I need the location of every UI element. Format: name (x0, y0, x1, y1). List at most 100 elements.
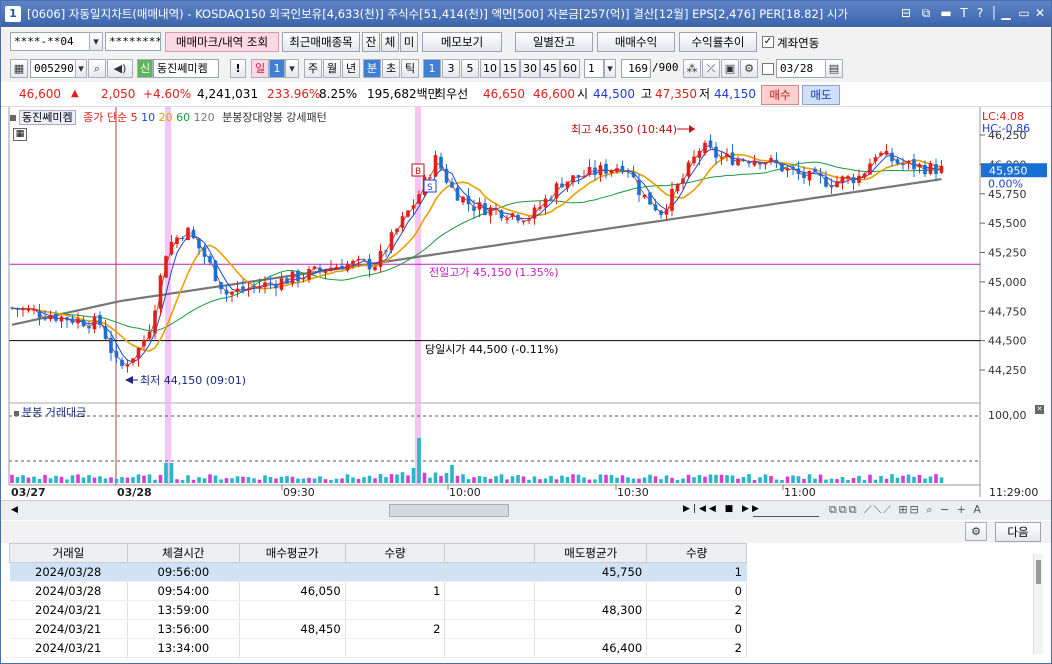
account-link-checkbox[interactable]: ✓ (762, 36, 774, 48)
alert-button[interactable]: ! (230, 59, 246, 78)
price-chart[interactable]: 최고 46,350 (10:44) 최저 44,150 (09:01) 전일고가 4… (1, 107, 1051, 497)
zoom-slider[interactable] (753, 504, 819, 517)
table-row[interactable]: 2024/03/28 09:56:00 45,750 1 (9, 562, 747, 582)
next-button[interactable]: 다음 (995, 522, 1041, 542)
close-icon[interactable]: ✕ (1033, 6, 1047, 21)
y-tick-label: 45,500 (988, 217, 1027, 230)
font-size-icon[interactable]: T (957, 6, 971, 21)
settings-gear-icon[interactable]: ⚙ (740, 59, 758, 78)
candle-body (323, 271, 328, 273)
table-row[interactable]: 2024/03/28 09:54:00 46,050 1 0 (9, 581, 747, 601)
count-dropdown-icon[interactable]: ▾ (604, 59, 616, 78)
interval-10-button[interactable]: 10 (480, 59, 500, 78)
period-minute-button[interactable]: 분 (363, 59, 381, 78)
volume-bar (329, 479, 333, 483)
volume-bar (725, 475, 729, 483)
code-search-icon[interactable]: ▦ (10, 59, 28, 78)
grid-toggle-icon[interactable]: ▦ (13, 128, 27, 141)
calendar-icon[interactable]: ▤ (825, 59, 843, 78)
balance-button[interactable]: 잔 (362, 32, 380, 52)
chart-tool-icons[interactable]: ⧉⧉⧉ ⟋⟍⟋ ⊞⊟ ⌕ − + A (829, 503, 983, 517)
account-dropdown-icon[interactable]: ▾ (89, 32, 103, 51)
executed-button[interactable]: 체 (381, 32, 399, 52)
scroll-left-icon[interactable]: ◀ (11, 505, 18, 515)
candle-body (615, 168, 619, 172)
pane-close-icon[interactable]: ✕ (1035, 405, 1044, 414)
buy-button[interactable]: 매수 (761, 85, 799, 105)
candle-body (455, 187, 460, 201)
volume-bar (169, 463, 174, 483)
speaker-icon[interactable]: ◀) (107, 59, 133, 78)
period-second-button[interactable]: 초 (382, 59, 400, 78)
highlight-column (165, 107, 171, 485)
scroll-thumb[interactable] (389, 504, 509, 517)
count-select[interactable]: 1 (584, 59, 604, 78)
window-tile-icon[interactable]: ⊟ (899, 6, 913, 21)
recent-trades-button[interactable]: 최근매매종목 (282, 32, 360, 52)
range-input[interactable]: 169 (621, 59, 651, 78)
volume-bar (208, 474, 212, 483)
indicator-icon[interactable]: ⁂ (683, 59, 701, 78)
interval-60-button[interactable]: 60 (560, 59, 580, 78)
col-buy-avg[interactable]: 매수평균가 (238, 543, 346, 563)
return-trend-button[interactable]: 수익률추이 (679, 32, 757, 52)
interval-1-button[interactable]: 1 (423, 59, 441, 78)
maximize-icon[interactable]: ▭ (1017, 6, 1031, 21)
candle-body (703, 142, 707, 154)
interval-5-button[interactable]: 5 (461, 59, 479, 78)
period-week-button[interactable]: 주 (304, 59, 322, 78)
col-exec-time[interactable]: 체결시간 (126, 543, 240, 563)
period-day-button[interactable]: 일 (251, 59, 269, 78)
legend-stock-name[interactable]: 동진쎄미켐 (19, 110, 76, 125)
candle-body (928, 163, 933, 174)
interval-45-button[interactable]: 45 (540, 59, 560, 78)
candle-body (158, 275, 163, 309)
account-input[interactable]: ****-**04 (10, 32, 90, 51)
candle-body (747, 162, 751, 164)
search-icon[interactable]: ⌕ (88, 59, 106, 78)
day-count-select[interactable]: 1 (269, 59, 285, 78)
code-dropdown-icon[interactable]: ▾ (75, 59, 87, 78)
period-tick-button[interactable]: 틱 (401, 59, 419, 78)
interval-30-button[interactable]: 30 (520, 59, 540, 78)
table-scrollbar[interactable] (1033, 554, 1043, 654)
col-sell-qty[interactable]: 수량 (646, 543, 747, 563)
candle-body (15, 308, 20, 310)
save-icon[interactable]: ▣ (721, 59, 739, 78)
day-count-dropdown-icon[interactable]: ▾ (285, 59, 299, 78)
interval-15-button[interactable]: 15 (500, 59, 520, 78)
memo-view-button[interactable]: 메모보기 (422, 32, 502, 52)
col-buy-qty[interactable]: 수량 (344, 543, 446, 563)
col-sell-avg[interactable]: 매도평균가 (534, 543, 648, 563)
volume-bar (708, 474, 713, 483)
date-input[interactable]: 03/28 (776, 59, 826, 78)
interval-3-button[interactable]: 3 (442, 59, 460, 78)
unexecuted-button[interactable]: 미 (400, 32, 418, 52)
window-bar-icon[interactable]: ▬ (939, 6, 953, 21)
col-trade-date[interactable]: 거래일 (9, 543, 128, 563)
period-year-button[interactable]: 년 (342, 59, 360, 78)
sell-button[interactable]: 매도 (802, 85, 840, 105)
x-axis-label: 10:30 (617, 486, 649, 497)
password-input[interactable]: ********* (105, 32, 161, 51)
table-settings-gear-icon[interactable]: ⚙ (965, 522, 987, 541)
window-restore-group-icon[interactable]: ⧉ (919, 6, 933, 21)
stock-code-input[interactable]: 005290 (30, 59, 76, 78)
trade-profit-button[interactable]: 매매수익 (597, 32, 675, 52)
current-price-text: 45,950 (989, 164, 1028, 177)
table-row[interactable]: 2024/03/21 13:59:00 48,300 2 (9, 600, 747, 620)
daily-balance-button[interactable]: 일별잔고 (515, 32, 593, 52)
table-row[interactable]: 2024/03/21 13:56:00 48,450 2 0 (9, 619, 747, 639)
date-checkbox[interactable] (762, 63, 774, 75)
stock-name-field: 동진쎄미켐 (153, 59, 219, 78)
table-row[interactable]: 2024/03/21 13:34:00 46,400 2 (9, 638, 747, 658)
best-quote-label: 최우선 (435, 87, 469, 101)
trade-mark-query-button[interactable]: 매매마크/내역 조회 (165, 32, 279, 52)
candle-body (32, 309, 36, 311)
playback-controls-icon[interactable]: ▶|◀◀ ■ ▶▶ (683, 504, 762, 514)
draw-tool-icon[interactable]: ⤫ (702, 59, 720, 78)
help-icon[interactable]: ? (973, 6, 987, 21)
period-month-button[interactable]: 월 (323, 59, 341, 78)
minimize-icon[interactable]: ▁ (999, 6, 1013, 21)
candle-body (851, 177, 856, 183)
